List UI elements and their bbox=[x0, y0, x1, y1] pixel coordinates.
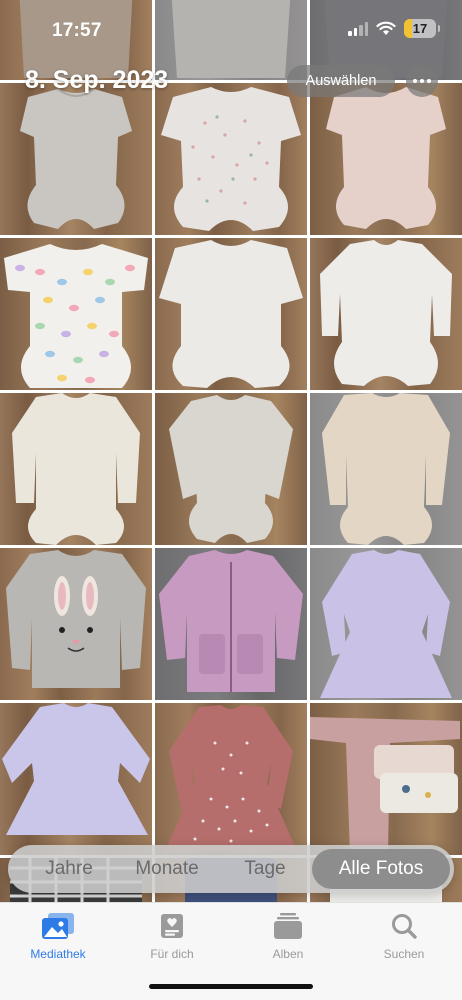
view-segmented-control: Jahre Monate Tage Alle Fotos bbox=[8, 845, 454, 893]
segment-months[interactable]: Monate bbox=[116, 845, 218, 893]
white-dotted-bodysuit-image bbox=[161, 87, 301, 231]
date-title: 8. Sep. 2023 bbox=[25, 66, 169, 94]
bunny-sweatshirt-image bbox=[6, 550, 146, 688]
photo-thumbnail[interactable] bbox=[155, 703, 307, 855]
tab-albums[interactable]: Alben bbox=[238, 911, 338, 965]
segment-years[interactable]: Jahre bbox=[22, 845, 116, 893]
more-button[interactable] bbox=[406, 65, 438, 97]
tab-library[interactable]: Mediathek bbox=[8, 911, 108, 965]
photo-thumbnail[interactable] bbox=[310, 238, 462, 390]
search-icon bbox=[392, 914, 417, 939]
photo-thumbnail[interactable] bbox=[0, 393, 152, 545]
battery-icon: 17 bbox=[404, 19, 440, 38]
rose-ruffle-dress-image bbox=[165, 705, 297, 851]
tab-for-you[interactable]: Für dich bbox=[122, 911, 222, 965]
photo-thumbnail[interactable] bbox=[155, 0, 307, 80]
polka-dot-bodysuit-image bbox=[4, 244, 148, 388]
photo-thumbnail[interactable] bbox=[310, 703, 462, 855]
photo-thumbnail[interactable] bbox=[310, 83, 462, 235]
light-gray-bodysuit-image bbox=[169, 395, 293, 543]
pink-bodysuit-image bbox=[326, 87, 446, 229]
photo-thumbnail[interactable] bbox=[155, 83, 307, 235]
segment-days[interactable]: Tage bbox=[218, 845, 312, 893]
fleece-jacket-image bbox=[159, 550, 303, 692]
gray-short-sleeve-bodysuit-image bbox=[20, 88, 132, 229]
photo-thumbnail[interactable] bbox=[0, 238, 152, 390]
albums-icon bbox=[274, 913, 302, 939]
photo-library-icon bbox=[42, 913, 74, 939]
tab-library-label: Mediathek bbox=[30, 947, 86, 961]
photo-thumbnail[interactable] bbox=[310, 393, 462, 545]
cream-long-sleeve-bodysuit-image bbox=[12, 393, 140, 545]
status-icons: 17 bbox=[348, 19, 440, 38]
tab-albums-label: Alben bbox=[272, 947, 304, 961]
photo-thumbnail[interactable] bbox=[155, 393, 307, 545]
tab-for-you-label: Für dich bbox=[150, 947, 194, 961]
battery-level: 17 bbox=[412, 21, 428, 36]
photo-thumbnail[interactable] bbox=[310, 548, 462, 700]
lavender-dress-image bbox=[320, 550, 452, 698]
tab-search[interactable]: Suchen bbox=[354, 911, 454, 965]
gray-bodysuit-image bbox=[171, 0, 291, 78]
segment-all-photos[interactable]: Alle Fotos bbox=[312, 845, 450, 893]
photo-thumbnail[interactable] bbox=[155, 548, 307, 700]
photo-thumbnail[interactable] bbox=[0, 548, 152, 700]
beige-bodysuit-image bbox=[322, 393, 450, 545]
photo-thumbnail[interactable] bbox=[0, 83, 152, 235]
lavender-long-sleeve-dress-image bbox=[2, 703, 150, 835]
wifi-icon bbox=[376, 21, 396, 35]
cellular-signal-icon bbox=[348, 21, 368, 36]
tab-search-label: Suchen bbox=[383, 947, 425, 961]
for-you-icon bbox=[161, 914, 183, 938]
status-time: 17:57 bbox=[52, 20, 102, 41]
white-long-sleeve-bodysuit-image bbox=[320, 240, 452, 386]
pink-sleepsuit-set-image bbox=[310, 717, 460, 853]
select-button[interactable]: Auswählen bbox=[287, 65, 395, 97]
photo-thumbnail[interactable] bbox=[0, 703, 152, 855]
photo-thumbnail[interactable] bbox=[155, 238, 307, 390]
white-bodysuit-image bbox=[159, 240, 303, 388]
ellipsis-icon bbox=[413, 79, 417, 83]
home-indicator bbox=[149, 984, 313, 989]
